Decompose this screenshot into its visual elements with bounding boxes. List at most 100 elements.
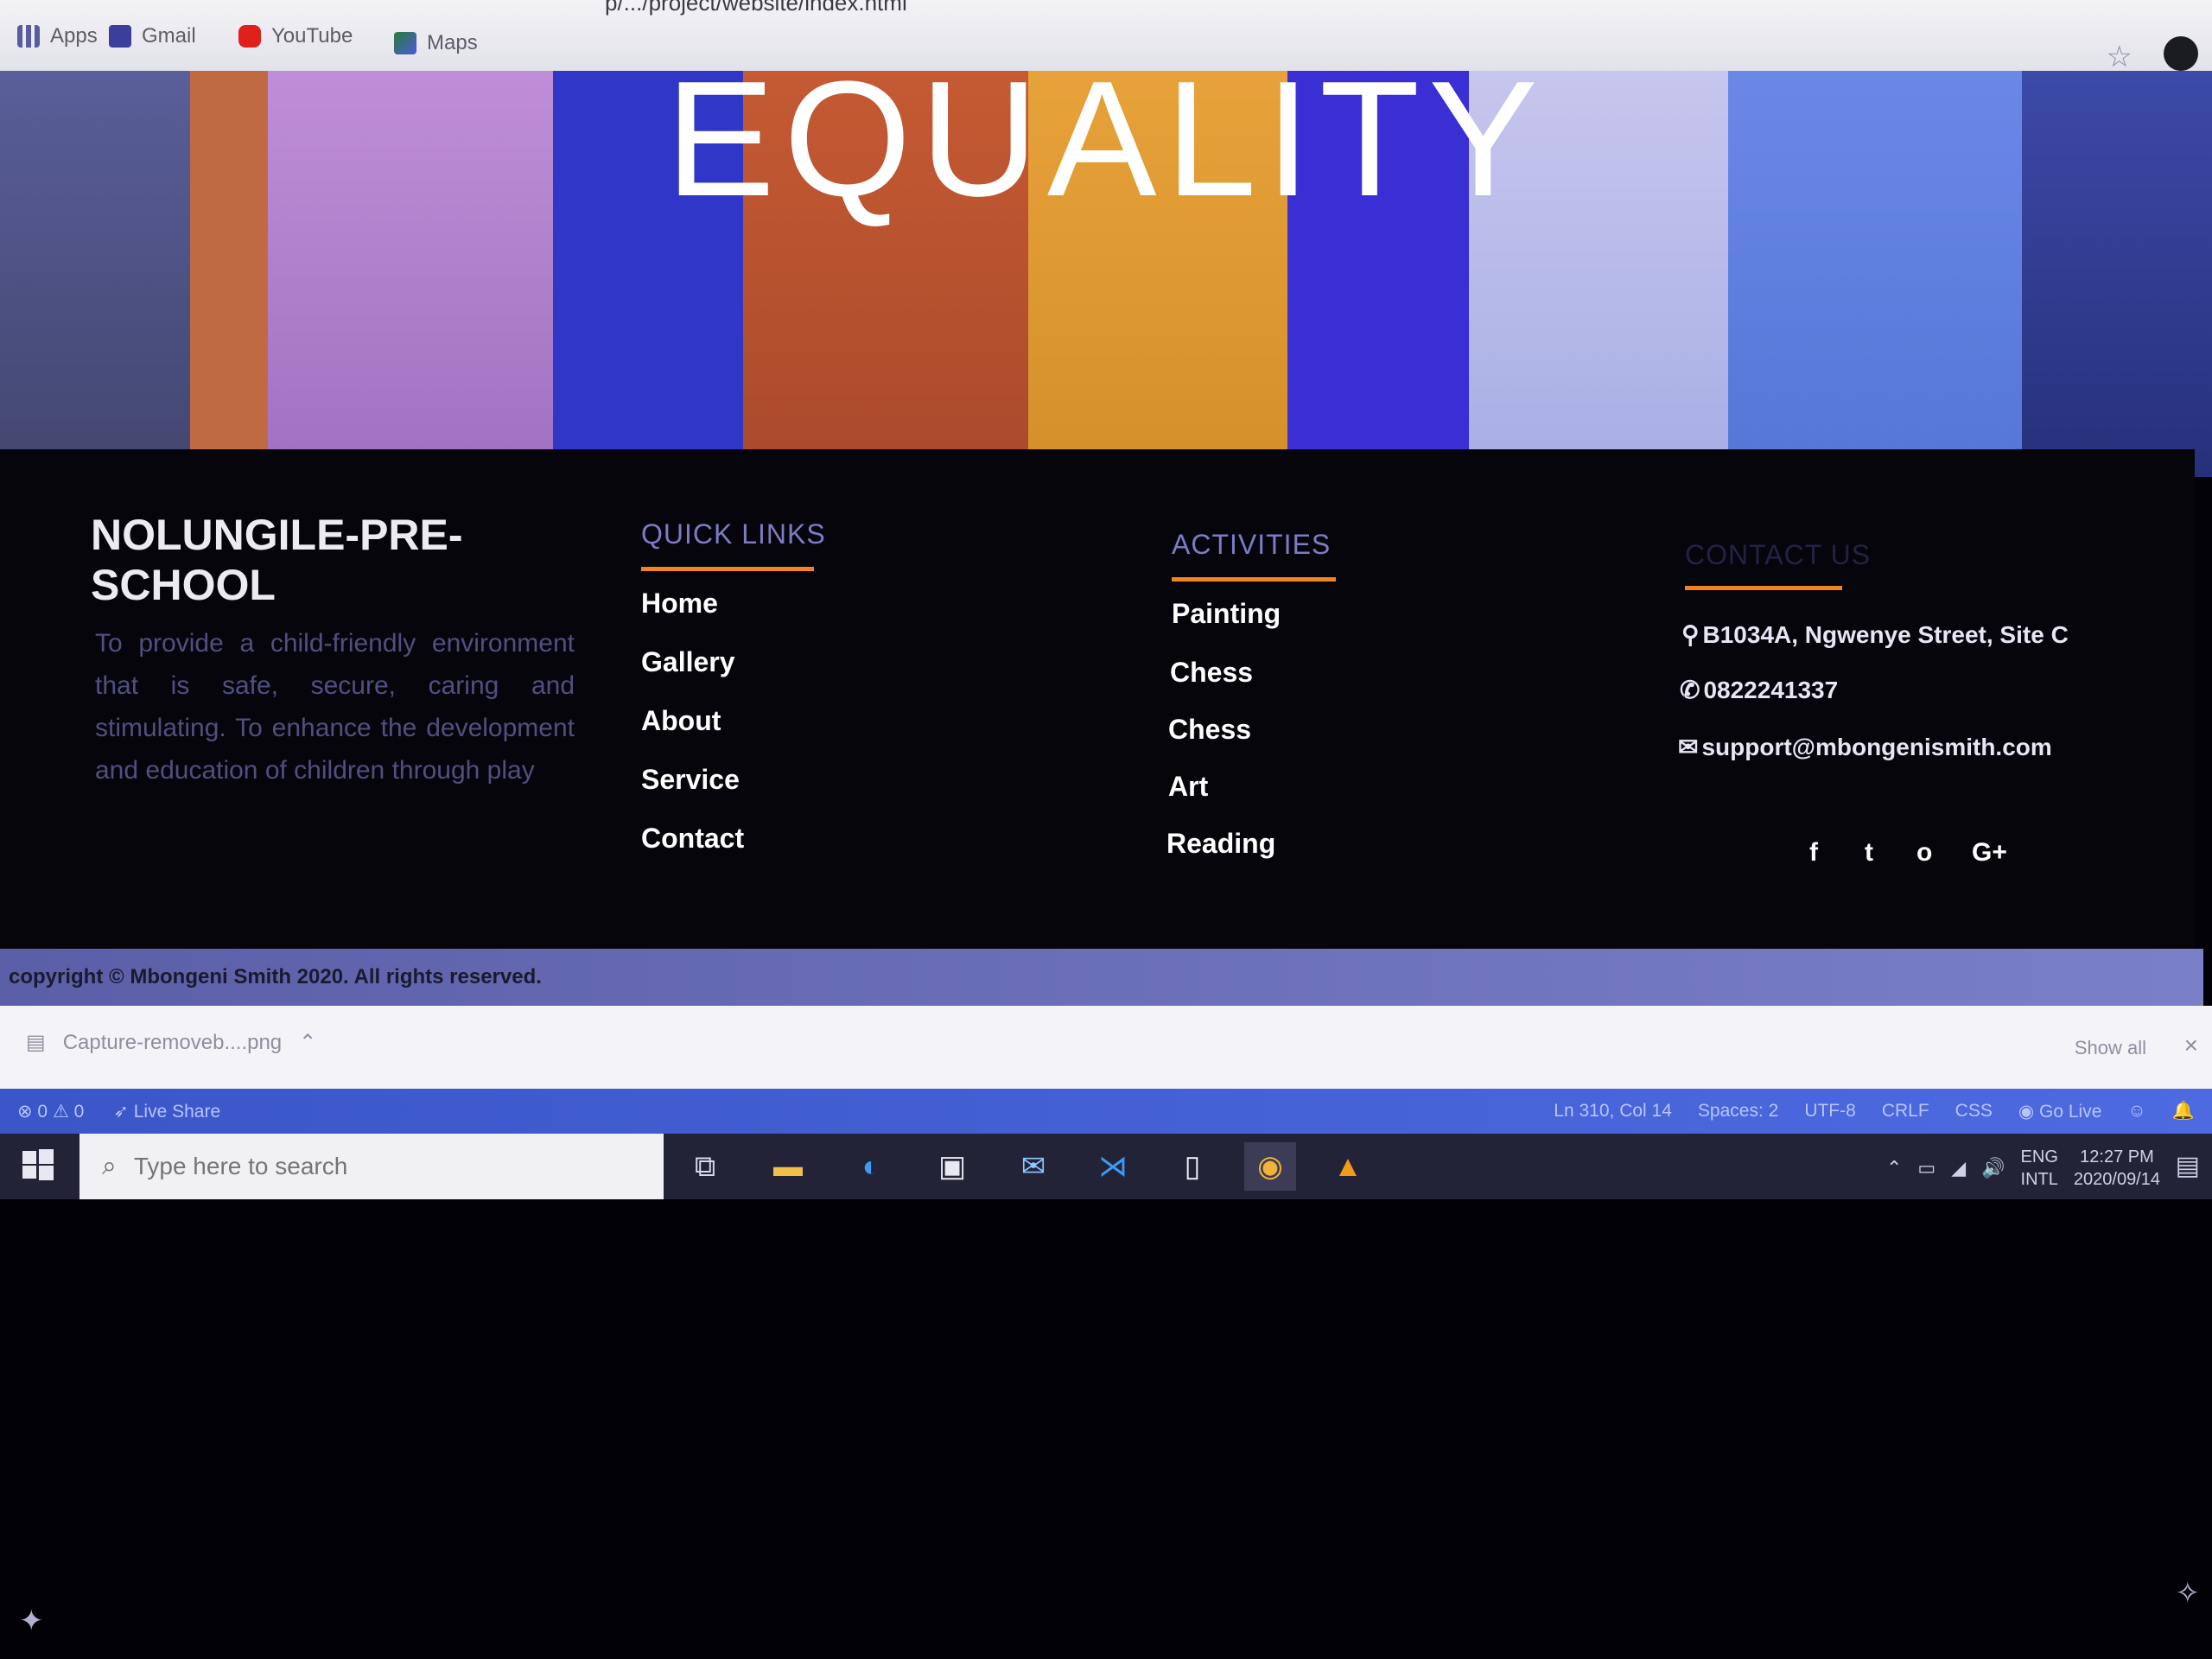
file-icon: ▤ [26,1031,46,1054]
footer-link-gallery[interactable]: Gallery [641,646,735,678]
store-icon[interactable]: ▣ [926,1142,978,1191]
language-indicator[interactable]: ENG INTL [2021,1146,2058,1191]
facebook-icon[interactable]: f [1809,838,1818,868]
download-item[interactable]: ▤ Capture-removeb....png ⌃ [26,1030,316,1055]
contact-phone-text: 0822241337 [1703,676,1839,703]
windows-taskbar: ⌕ ⧉ ▬ ◐ ▣ ✉ ⋊ ▯ ◉ ▲ ⌃ ▭ ◢ 🔊 ENG INTL 12:… [0,1134,2212,1199]
contact-heading: CONTACT US [1685,539,1872,570]
profile-avatar[interactable] [2164,36,2198,71]
bookmark-gmail[interactable]: Gmail [109,19,196,54]
bell-icon[interactable]: 🔔 [2172,1101,2195,1122]
download-filename: Capture-removeb....png [62,1030,283,1054]
activities-underline [1172,577,1336,582]
bookmarks-bar: p/.../project/website/index.html Apps Gm… [0,0,2212,74]
vscode-status-bar: ⊗ 0 ⚠ 0 ➶ Live Share Ln 310, Col 14 Spac… [0,1089,2212,1134]
notification-center-icon[interactable]: ▤ [2176,1151,2200,1181]
twitter-icon[interactable]: t [1865,838,1873,868]
bookmark-youtube[interactable]: YouTube [238,19,353,54]
corner-glare-icon: ✧ [2175,1577,2201,1610]
footer-brand-title: NOLUNGILE-PRE-SCHOOL [91,511,463,609]
activity-link-chess[interactable]: Chess [1170,657,1253,689]
activity-link-painting[interactable]: Painting [1172,598,1281,630]
clock-time: 12:27 PM [2080,1147,2154,1166]
copyright-bar: copyright © Mbongeni Smith 2020. All rig… [0,949,2203,1006]
wifi-icon[interactable]: ◢ [1951,1157,1966,1179]
mail-icon[interactable]: ✉ [1007,1142,1059,1191]
chrome-icon[interactable]: ◉ [1244,1142,1296,1191]
show-all-button[interactable]: Show all [2075,1037,2146,1059]
language-mode[interactable]: CSS [1955,1101,1993,1122]
volume-icon[interactable]: 🔊 [1981,1157,2005,1179]
footer-link-contact[interactable]: Contact [641,823,744,855]
keyboard-layout: INTL [2020,1170,2058,1189]
chevron-up-icon[interactable]: ⌃ [1886,1157,1902,1179]
activity-link-art[interactable]: Art [1168,771,1208,803]
footer-brand-description: To provide a child-friendly environment … [95,629,575,785]
bookmark-star-icon[interactable]: ☆ [2107,40,2133,74]
vscode-icon[interactable]: ⋊ [1087,1142,1139,1191]
laptop-bezel: ✦ ✧ [0,1199,2212,1659]
taskbar-search-input[interactable] [131,1152,620,1181]
close-downloads-button[interactable]: × [2184,1032,2198,1059]
task-view-icon[interactable]: ⧉ [679,1142,731,1191]
activity-link-chess-2[interactable]: Chess [1168,714,1251,746]
google-plus-icon[interactable]: G+ [1972,838,2007,868]
bookmark-apps[interactable]: Apps [17,19,98,54]
cursor-position[interactable]: Ln 310, Col 14 [1554,1101,1672,1122]
envelope-icon: ✉ [1678,734,1699,760]
contact-email-text: support@mbongenismith.com [1701,733,2052,760]
system-tray: ⌃ ▭ ◢ 🔊 ENG INTL 12:27 PM 2020/09/14 [1886,1146,2160,1191]
map-marker-icon: ⚲ [1681,621,1700,648]
file-explorer-icon[interactable]: ▬ [762,1142,814,1191]
site-footer: NOLUNGILE-PRE-SCHOOL To provide a child-… [0,449,2195,950]
instagram-icon[interactable]: o [1916,838,1932,868]
feedback-icon[interactable]: ☺ [2127,1101,2145,1122]
live-share-label: Live Share [133,1102,221,1122]
activity-link-reading[interactable]: Reading [1166,828,1275,860]
edge-browser-icon[interactable]: ◐ [845,1142,897,1191]
encoding-setting[interactable]: UTF-8 [1804,1101,1856,1122]
live-share-button[interactable]: ➶ Live Share [113,1101,220,1122]
footer-link-service[interactable]: Service [641,764,740,796]
youtube-icon [238,25,261,48]
windows-start-icon[interactable] [21,1147,55,1182]
bookmark-label: Apps [50,24,98,48]
contact-email[interactable]: ✉ support@mbongenismith.com [1678,733,2052,761]
activities-heading: ACTIVITIES [1172,529,1332,560]
quick-links-heading: QUICK LINKS [641,518,826,550]
quick-links-underline [641,567,814,571]
contact-underline [1685,586,1842,590]
problems-indicator[interactable]: ⊗ 0 ⚠ 0 [17,1101,84,1122]
maps-icon [394,32,416,54]
bookmark-label: YouTube [271,24,353,48]
clock[interactable]: 12:27 PM 2020/09/14 [2074,1146,2160,1191]
live-share-icon: ➶ [113,1102,129,1122]
footer-link-about[interactable]: About [641,705,721,737]
address-bar-url[interactable]: p/.../project/website/index.html [605,0,907,16]
broadcast-icon: ◉ [2018,1102,2035,1122]
contact-address: ⚲ B1034A, Ngwenye Street, Site C [1681,620,2069,649]
go-live-label: Go Live [2039,1102,2102,1122]
downloads-bar: ▤ Capture-removeb....png ⌃ Show all × [0,1006,2212,1089]
phone-icon: ✆ [1680,677,1700,703]
chevron-up-icon[interactable]: ⌃ [299,1030,316,1055]
bookmark-label: Maps [427,31,478,54]
notepad-icon[interactable]: ▯ [1166,1142,1218,1191]
contact-phone: ✆ 0822241337 [1680,676,1838,704]
clock-date: 2020/09/14 [2073,1170,2160,1189]
search-icon: ⌕ [102,1152,117,1180]
gmail-icon [109,25,131,48]
battery-icon[interactable]: ▭ [1917,1157,1936,1179]
go-live-button[interactable]: ◉ Go Live [2018,1101,2102,1122]
hero-title: EQUALITY [665,71,1547,231]
language-code: ENG [2020,1147,2058,1166]
bookmark-maps[interactable]: Maps [394,26,478,60]
hero-banner: EQUALITY [0,71,2212,477]
bookmark-label: Gmail [142,24,196,48]
vlc-icon[interactable]: ▲ [1322,1142,1374,1191]
eol-setting[interactable]: CRLF [1882,1101,1929,1122]
indentation-setting[interactable]: Spaces: 2 [1698,1101,1778,1122]
footer-link-home[interactable]: Home [641,588,718,620]
taskbar-search-box[interactable]: ⌕ [79,1134,664,1199]
camera-glare-icon: ✦ [19,1605,44,1637]
